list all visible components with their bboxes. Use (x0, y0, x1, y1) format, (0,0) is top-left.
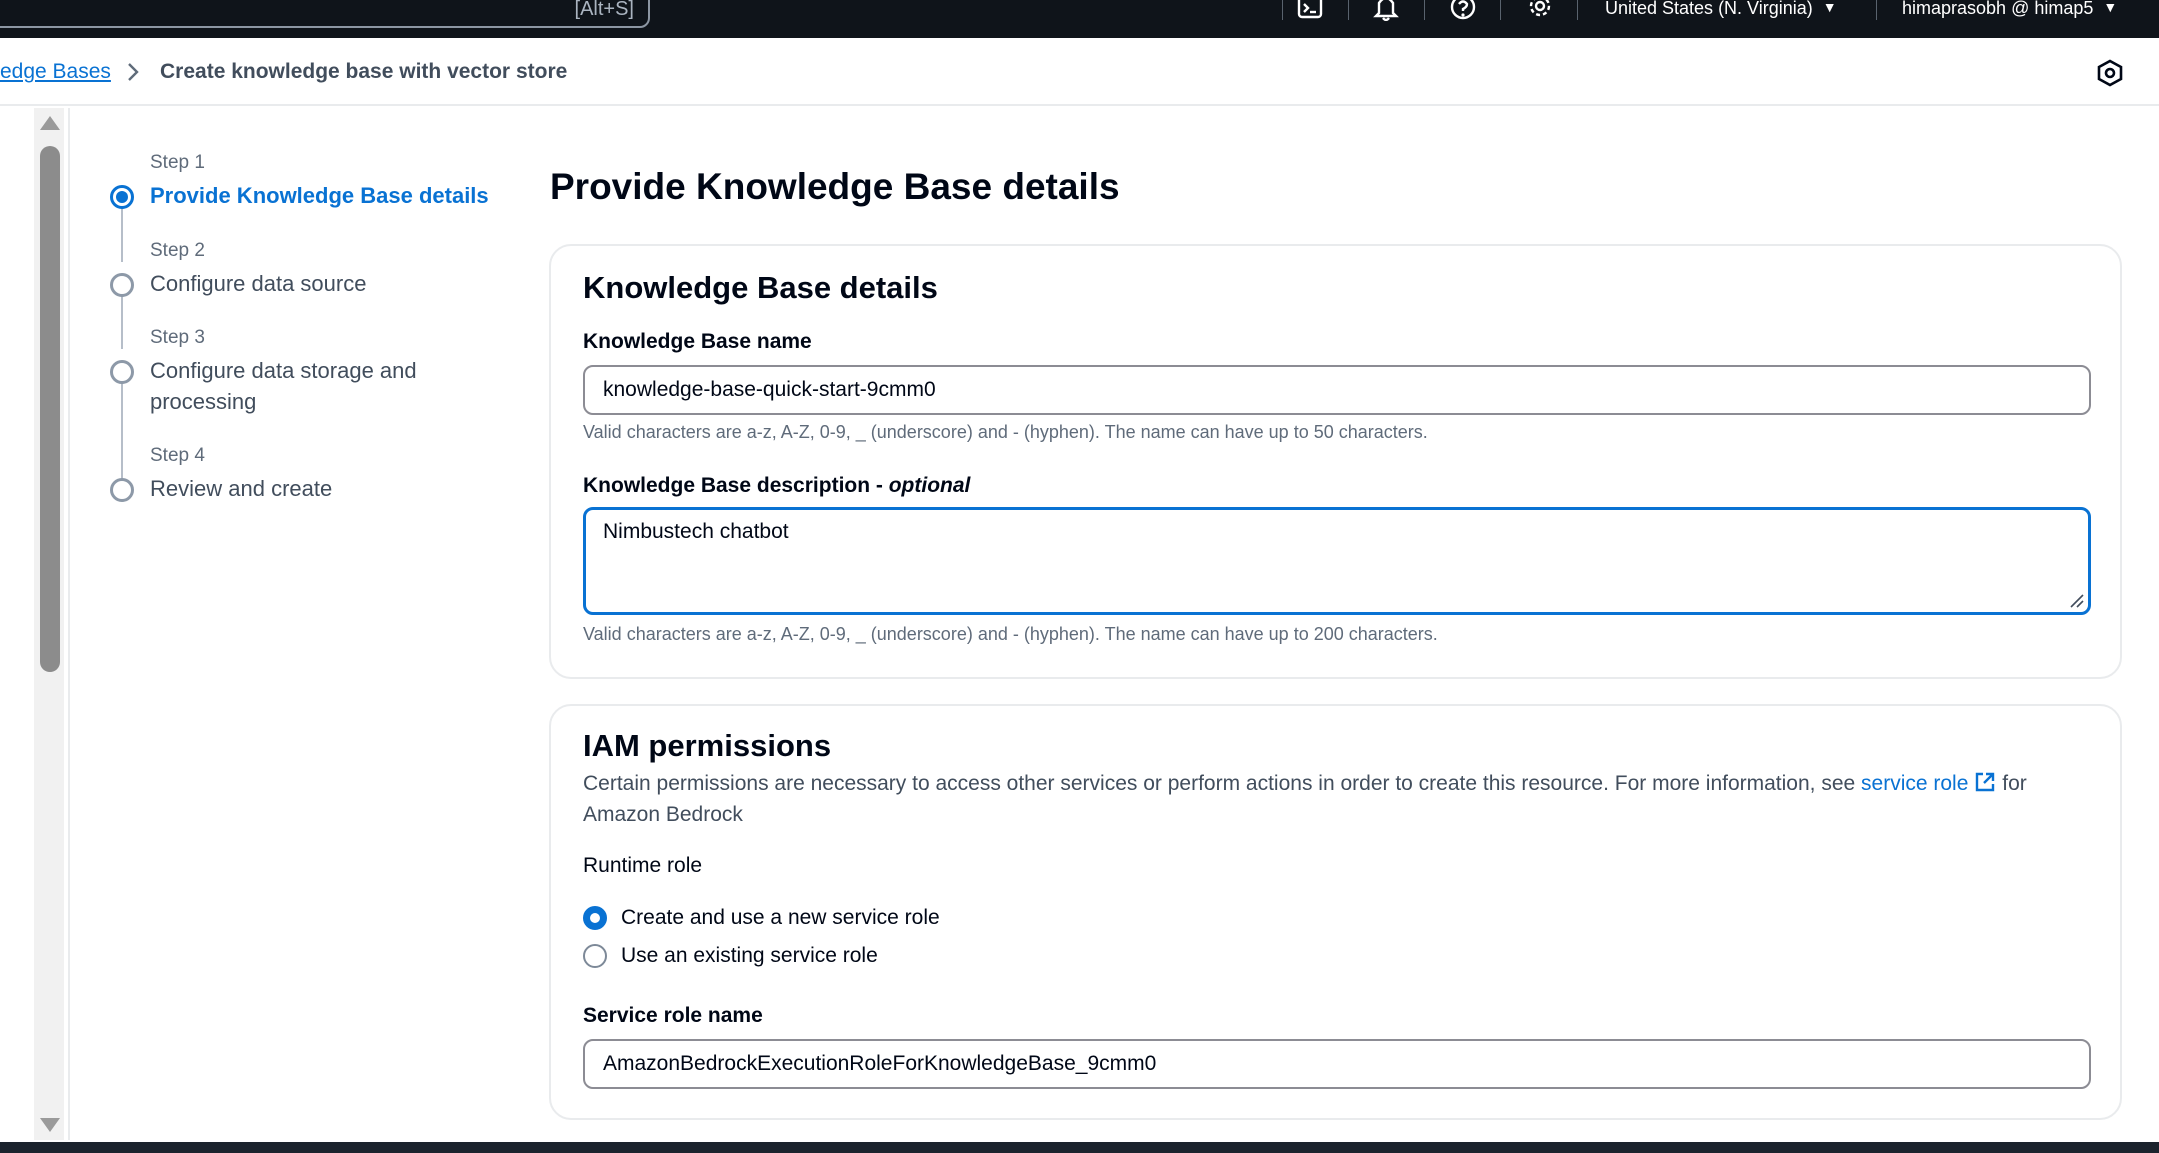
search-shortcut-hint: [Alt+S] (574, 0, 634, 20)
bell-icon[interactable] (1367, 0, 1405, 21)
step-2-label: Step 2 (150, 240, 205, 261)
step-3-indicator-icon (110, 360, 134, 384)
kb-description-textarea[interactable]: Nimbustech chatbot (583, 507, 2091, 615)
step-1-title[interactable]: Provide Knowledge Base details (150, 180, 489, 211)
search-input[interactable]: [Alt+S] (0, 0, 650, 28)
preferences-icon[interactable] (2095, 58, 2125, 88)
divider (1577, 0, 1578, 20)
radio-use-existing-role[interactable]: Use an existing service role (583, 941, 878, 971)
radio-button[interactable] (583, 944, 607, 968)
account-menu[interactable]: himaprasobh @ himap5 ▼ (1902, 0, 2117, 19)
divider (1282, 0, 1283, 20)
step-connector (121, 380, 123, 483)
radio-label: Use an existing service role (621, 944, 878, 967)
divider (1348, 0, 1349, 20)
breadcrumb-link-knowledge-bases[interactable]: edge Bases (0, 60, 111, 84)
iam-description: Certain permissions are necessary to acc… (583, 771, 2027, 826)
caret-down-icon: ▼ (1822, 0, 1837, 15)
gear-icon[interactable] (1521, 0, 1559, 20)
kb-description-value: Nimbustech chatbot (603, 520, 789, 543)
breadcrumb: edge Bases Create knowledge base with ve… (0, 38, 2159, 106)
step-connector (121, 205, 123, 262)
resize-handle-icon[interactable] (2068, 592, 2084, 608)
radio-button-selected[interactable] (583, 906, 607, 930)
top-navigation-bar: [Alt+S] United States (N. Virginia) ▼ him… (0, 0, 2159, 38)
service-role-link[interactable]: service role (1861, 772, 1968, 795)
kb-description-label: Knowledge Base description - optional (583, 474, 971, 497)
region-selector[interactable]: United States (N. Virginia) ▼ (1605, 0, 1837, 19)
runtime-role-label: Runtime role (583, 854, 703, 877)
scrollbar-thumb[interactable] (40, 146, 60, 672)
step-3-label: Step 3 (150, 327, 205, 348)
account-label: himaprasobh @ himap5 (1902, 0, 2094, 18)
region-label: United States (N. Virginia) (1605, 0, 1813, 18)
step-connector (121, 293, 123, 349)
scroll-down-arrow-icon[interactable] (40, 1118, 60, 1132)
service-role-name-input[interactable]: AmazonBedrockExecutionRoleForKnowledgeBa… (583, 1039, 2091, 1089)
service-role-name-label: Service role name (583, 1004, 763, 1027)
page-title: Provide Knowledge Base details (550, 166, 1120, 207)
step-1-indicator-icon (110, 185, 134, 209)
breadcrumb-current: Create knowledge base with vector store (160, 60, 568, 83)
iam-permissions-panel: IAM permissions Certain permissions are … (549, 704, 2122, 1120)
kb-name-hint: Valid characters are a-z, A-Z, 0-9, _ (u… (583, 422, 1428, 442)
step-4-indicator-icon (110, 478, 134, 502)
scroll-up-arrow-icon[interactable] (40, 116, 60, 130)
kb-name-input[interactable]: knowledge-base-quick-start-9cmm0 (583, 365, 2091, 415)
bottom-bar (0, 1142, 2159, 1153)
cloudshell-icon[interactable] (1291, 0, 1329, 20)
caret-down-icon: ▼ (2103, 0, 2118, 15)
help-icon[interactable] (1444, 0, 1482, 20)
divider (68, 108, 70, 1140)
external-link-icon[interactable] (1974, 771, 1996, 793)
step-2-indicator-icon (110, 273, 134, 297)
radio-label: Create and use a new service role (621, 906, 940, 929)
kb-name-label: Knowledge Base name (583, 330, 812, 353)
knowledge-base-details-panel: Knowledge Base details Knowledge Base na… (549, 244, 2122, 679)
step-2-title: Configure data source (150, 271, 367, 296)
kb-description-hint: Valid characters are a-z, A-Z, 0-9, _ (u… (583, 624, 1438, 644)
chevron-right-icon (128, 63, 139, 81)
step-4-title: Review and create (150, 476, 333, 501)
step-1-label: Step 1 (150, 152, 205, 173)
panel-title: Knowledge Base details (583, 270, 938, 305)
divider (1424, 0, 1425, 20)
step-3-title: Configure data storage and processing (150, 358, 417, 414)
panel-title: IAM permissions (583, 728, 832, 763)
divider (1876, 0, 1877, 20)
divider (1500, 0, 1501, 20)
radio-create-new-role[interactable]: Create and use a new service role (583, 903, 940, 933)
step-4-label: Step 4 (150, 445, 205, 466)
optional-tag: optional (888, 474, 971, 497)
